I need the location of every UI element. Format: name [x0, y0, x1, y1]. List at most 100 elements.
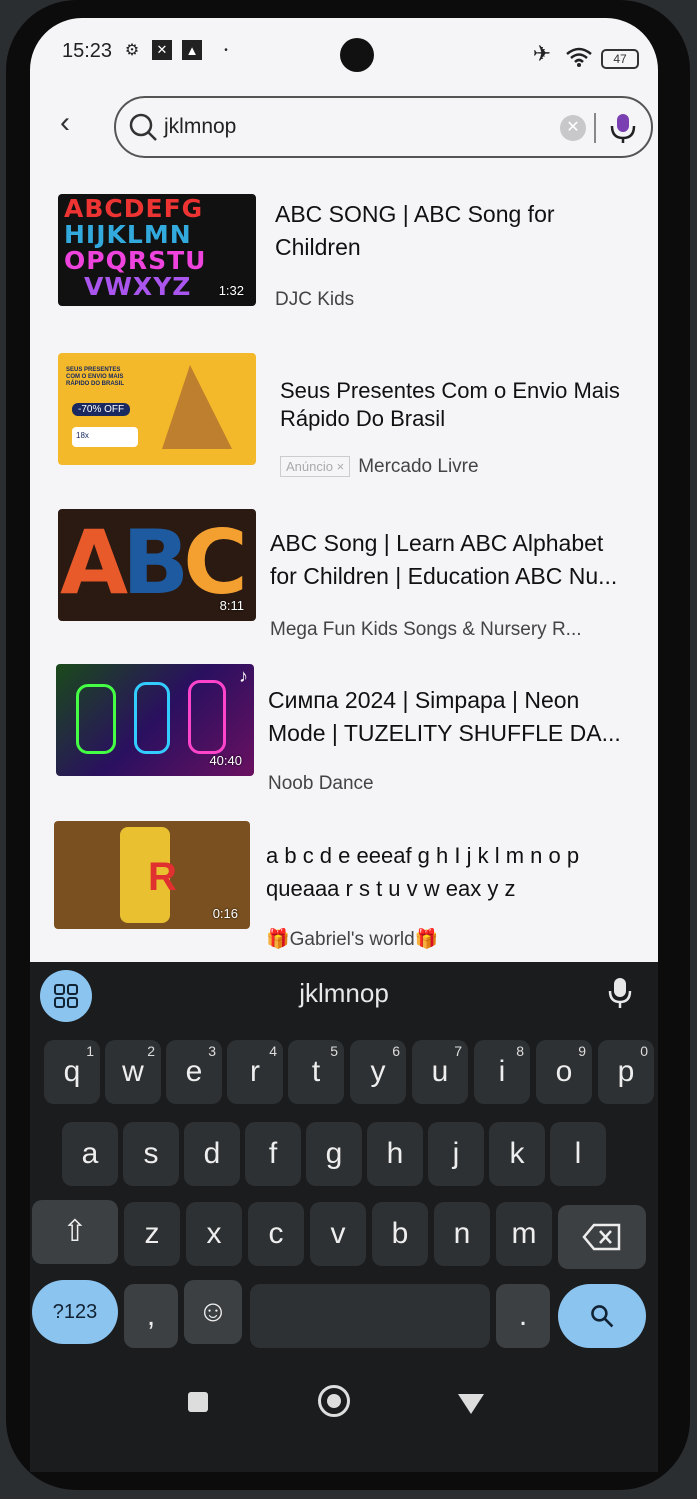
channel-name[interactable]: DJC Kids — [275, 289, 354, 311]
key-g[interactable]: g — [306, 1122, 362, 1186]
ad-title[interactable]: Seus Presentes Com o Envio Mais Rápido D… — [280, 377, 645, 433]
video-duration: 0:16 — [212, 906, 238, 921]
key-c[interactable]: c — [248, 1202, 304, 1266]
thumb-letters-row: ABCDEFG — [64, 194, 204, 223]
key-d[interactable]: d — [184, 1122, 240, 1186]
video-title[interactable]: ABC Song | Learn ABC Alphabet for Childr… — [270, 527, 640, 593]
key-x[interactable]: x — [186, 1202, 242, 1266]
key-t[interactable]: t5 — [288, 1040, 344, 1104]
back-button[interactable]: ‹ — [60, 108, 84, 138]
key-r[interactable]: r4 — [227, 1040, 283, 1104]
wifi-icon — [566, 47, 592, 67]
key-number-hint: 9 — [578, 1043, 586, 1059]
search-icon — [129, 113, 157, 141]
backspace-icon — [582, 1223, 621, 1251]
key-a[interactable]: a — [62, 1122, 118, 1186]
clear-search-button[interactable]: ✕ — [560, 115, 586, 141]
key-e[interactable]: e3 — [166, 1040, 222, 1104]
key-i[interactable]: i8 — [474, 1040, 530, 1104]
ad-installments-card: 18x — [72, 427, 138, 447]
symbols-key[interactable]: ?123 — [32, 1280, 118, 1344]
key-p[interactable]: p0 — [598, 1040, 654, 1104]
video-title-line: ABC Song | Learn ABC Alphabet — [270, 530, 604, 556]
list-item[interactable]: ABCDEFG HIJKLMN OPQRSTU VWXYZ 1:32 ABC S… — [30, 188, 658, 328]
front-camera — [340, 38, 374, 72]
key-number-hint: 4 — [269, 1043, 277, 1059]
letter-r-figure: R — [148, 855, 177, 899]
space-key[interactable] — [250, 1284, 490, 1348]
shift-key[interactable]: ⇧ — [32, 1200, 118, 1264]
back-nav-button[interactable] — [458, 1394, 484, 1414]
neon-dancer — [134, 682, 170, 754]
key-s[interactable]: s — [123, 1122, 179, 1186]
key-letter: y — [370, 1055, 386, 1088]
backspace-key[interactable] — [558, 1205, 646, 1269]
status-time: 15:23 — [62, 40, 113, 62]
emoji-key[interactable]: ☺ — [184, 1280, 242, 1344]
key-j[interactable]: j — [428, 1122, 484, 1186]
search-bar[interactable]: jklmnop ✕ — [114, 96, 653, 158]
video-thumbnail[interactable]: ABCDEFG HIJKLMN OPQRSTU VWXYZ 1:32 — [58, 194, 256, 306]
key-b[interactable]: b — [372, 1202, 428, 1266]
photos-icon: ✕ — [152, 40, 172, 60]
ad-badge[interactable]: Anúncio × — [280, 456, 351, 478]
key-y[interactable]: y6 — [350, 1040, 406, 1104]
key-number-hint: 8 — [516, 1043, 524, 1059]
video-thumbnail[interactable]: ♪ 40:40 — [56, 664, 254, 776]
period-key[interactable]: . — [496, 1284, 550, 1348]
video-title[interactable]: ABC SONG | ABC Song for Children — [275, 198, 645, 264]
home-button[interactable] — [318, 1385, 350, 1417]
key-u[interactable]: u7 — [412, 1040, 468, 1104]
search-icon — [591, 1305, 614, 1328]
channel-name[interactable]: 🎁Gabriel's world🎁 — [266, 927, 438, 951]
list-item[interactable]: R 0:16 a b c d e eeeaf g h I j k l m n o… — [30, 813, 658, 953]
list-item[interactable]: ABC 8:11 ABC Song | Learn ABC Alphabet f… — [30, 503, 658, 643]
key-letter: q — [63, 1055, 81, 1088]
video-thumbnail[interactable]: R 0:16 — [54, 821, 250, 929]
video-thumbnail[interactable]: ABC 8:11 — [58, 509, 256, 621]
abc-letter: B — [122, 511, 189, 614]
video-duration: 40:40 — [209, 753, 242, 768]
key-w[interactable]: w2 — [105, 1040, 161, 1104]
comma-key[interactable]: , — [124, 1284, 178, 1348]
thumb-letters-row: OPQRSTU — [64, 246, 207, 275]
channel-name[interactable]: Mega Fun Kids Songs & Nursery R... — [270, 619, 582, 641]
key-letter: o — [555, 1055, 573, 1088]
key-m[interactable]: m — [496, 1202, 552, 1266]
search-key[interactable] — [558, 1284, 646, 1348]
keyboard-suggestion[interactable]: jklmnop — [30, 978, 658, 1009]
key-letter: p — [617, 1055, 635, 1088]
key-h[interactable]: h — [367, 1122, 423, 1186]
video-title[interactable]: a b c d e eeeaf g h I j k l m n o p quea… — [266, 839, 636, 905]
key-v[interactable]: v — [310, 1202, 366, 1266]
key-o[interactable]: o9 — [536, 1040, 592, 1104]
key-number-hint: 5 — [330, 1043, 338, 1059]
system-nav-bar — [30, 1372, 658, 1432]
upload-icon: ▲ — [182, 40, 202, 60]
status-bar: 15:23 ⚙ ✕ ▲ • ✈ 47 — [30, 18, 658, 88]
recents-button[interactable] — [188, 1392, 208, 1412]
list-item-ad[interactable]: SEUS PRESENTES COM O ENVIO MAIS RÁPIDO D… — [30, 348, 658, 488]
key-number-hint: 2 — [147, 1043, 155, 1059]
ad-thumbnail[interactable]: SEUS PRESENTES COM O ENVIO MAIS RÁPIDO D… — [58, 353, 256, 465]
list-item[interactable]: ♪ 40:40 Симпа 2024 | Simpapa | Neon Mode… — [30, 658, 658, 798]
key-q[interactable]: q1 — [44, 1040, 100, 1104]
channel-name[interactable]: Noob Dance — [268, 773, 374, 795]
abc-big-letters: ABC — [60, 511, 248, 614]
key-l[interactable]: l — [550, 1122, 606, 1186]
ad-advertiser[interactable]: Anúncio × Mercado Livre — [280, 456, 479, 478]
video-title[interactable]: Симпа 2024 | Simpapa | Neon Mode | TUZEL… — [268, 684, 638, 750]
search-input[interactable]: jklmnop — [164, 115, 236, 139]
tiktok-icon: ♪ — [239, 666, 248, 686]
key-number-hint: 7 — [454, 1043, 462, 1059]
keyboard-mic-icon[interactable] — [606, 976, 634, 1010]
battery-indicator: 47 — [601, 49, 639, 69]
key-z[interactable]: z — [124, 1202, 180, 1266]
ad-title-line: Seus Presentes Com o Envio Mais — [280, 378, 620, 403]
key-k[interactable]: k — [489, 1122, 545, 1186]
ad-discount-badge: -70% OFF — [72, 403, 131, 416]
key-n[interactable]: n — [434, 1202, 490, 1266]
key-f[interactable]: f — [245, 1122, 301, 1186]
video-title-line: a b c d e eeeaf g h I j k l m n o p — [266, 843, 580, 868]
voice-search-mic-icon[interactable] — [608, 111, 638, 145]
